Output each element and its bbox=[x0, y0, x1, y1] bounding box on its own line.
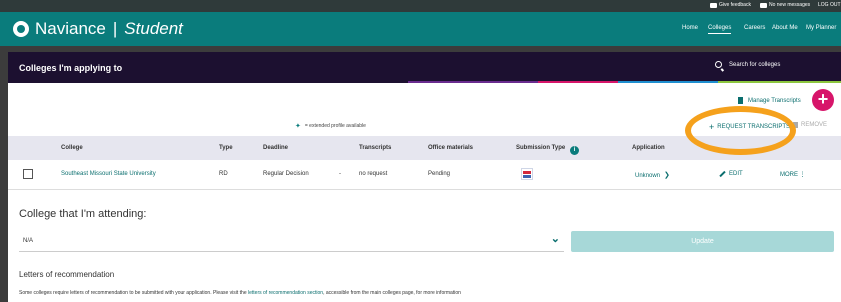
remove-button[interactable]: REMOVE bbox=[793, 122, 827, 128]
search-icon bbox=[715, 61, 722, 68]
nav-home[interactable]: Home bbox=[682, 25, 698, 31]
nav-careers[interactable]: Careers bbox=[744, 25, 765, 31]
col-submission-type[interactable]: Submission Type i bbox=[516, 145, 579, 155]
col-office-materials[interactable]: Office materials bbox=[428, 145, 473, 151]
col-type[interactable]: Type bbox=[219, 145, 233, 151]
highlight-ring-annotation bbox=[685, 106, 796, 155]
chevron-down-icon: ❯ bbox=[664, 172, 670, 179]
search-colleges-label: Search for colleges bbox=[729, 61, 781, 68]
manage-transcripts-label: Manage Transcripts bbox=[748, 97, 801, 104]
brand-product: Student bbox=[124, 19, 183, 38]
letters-title: Letters of recommendation bbox=[19, 270, 115, 279]
document-icon bbox=[738, 97, 743, 104]
col-application[interactable]: Application bbox=[632, 145, 665, 151]
transcripts-status: no request bbox=[359, 171, 388, 177]
app-header: Naviance | Student Home Colleges Careers… bbox=[0, 12, 841, 46]
deadline-dash: - bbox=[339, 171, 341, 177]
common-app-icon bbox=[521, 168, 533, 180]
logout-link[interactable]: LOG OUT bbox=[818, 2, 841, 8]
nav-my-planner[interactable]: My Planner bbox=[806, 25, 836, 31]
nav-colleges[interactable]: Colleges bbox=[708, 25, 732, 34]
more-options-icon: ⋮ bbox=[799, 172, 806, 178]
messages-label: No new messages bbox=[769, 2, 811, 8]
col-college[interactable]: College bbox=[61, 145, 83, 151]
update-button[interactable]: Update bbox=[571, 231, 834, 252]
col-deadline[interactable]: Deadline bbox=[263, 145, 288, 151]
pencil-icon bbox=[719, 170, 726, 178]
row-select-checkbox[interactable] bbox=[23, 169, 33, 179]
letters-text-end: , accessible from the main colleges page… bbox=[323, 290, 461, 296]
remove-label: REMOVE bbox=[801, 122, 828, 128]
col-submission-type-label: Submission Type bbox=[516, 145, 566, 151]
application-status-dropdown[interactable]: Unknown ❯ bbox=[635, 171, 670, 179]
naviance-logo[interactable]: Naviance | Student bbox=[13, 19, 183, 39]
mail-icon bbox=[760, 2, 767, 8]
info-icon[interactable]: i bbox=[569, 146, 579, 155]
attending-college-select[interactable]: N/A ⌄ bbox=[19, 231, 564, 252]
utility-bar: Give feedback No new messages LOG OUT bbox=[0, 0, 841, 12]
college-deadline: Regular Decision bbox=[263, 171, 309, 177]
letters-section-link[interactable]: letters of recommendation section bbox=[248, 290, 323, 296]
give-feedback-link[interactable]: Give feedback bbox=[710, 2, 751, 8]
edit-button[interactable]: EDIT bbox=[719, 170, 743, 178]
more-label: MORE bbox=[780, 172, 798, 178]
extended-profile-icon: ✦ bbox=[295, 123, 301, 130]
college-type: RD bbox=[219, 171, 228, 177]
brand-name: Naviance bbox=[35, 19, 106, 38]
give-feedback-label: Give feedback bbox=[719, 2, 751, 8]
attending-college-value: N/A bbox=[23, 238, 34, 244]
application-status-label: Unknown bbox=[635, 173, 661, 179]
naviance-logo-icon bbox=[13, 21, 29, 37]
nav-about-me[interactable]: About Me bbox=[772, 25, 798, 31]
chat-icon bbox=[710, 2, 717, 8]
panel-header: Colleges I'm applying to Search for coll… bbox=[8, 52, 841, 83]
chevron-down-icon: ⌄ bbox=[550, 233, 560, 245]
add-college-button[interactable]: + bbox=[812, 89, 834, 111]
office-materials-status: Pending bbox=[428, 171, 451, 177]
col-transcripts[interactable]: Transcripts bbox=[359, 145, 391, 151]
panel-title: Colleges I'm applying to bbox=[19, 63, 123, 73]
extended-profile-legend: ✦ = extended profile available bbox=[295, 122, 366, 130]
edit-label: EDIT bbox=[729, 171, 743, 177]
colleges-panel: Colleges I'm applying to Search for coll… bbox=[8, 52, 841, 302]
attending-title: College that I'm attending: bbox=[19, 208, 147, 220]
table-row: Southeast Missouri State University RD R… bbox=[8, 160, 841, 190]
messages-link[interactable]: No new messages bbox=[760, 2, 810, 8]
search-colleges-link[interactable]: Search for colleges bbox=[715, 61, 780, 68]
manage-transcripts-link[interactable]: Manage Transcripts bbox=[738, 97, 801, 104]
brand-separator: | bbox=[112, 19, 118, 38]
letters-text-start: Some colleges require letters of recomme… bbox=[19, 290, 249, 296]
legend-text: = extended profile available bbox=[304, 123, 366, 129]
letters-description: Some colleges require letters of recomme… bbox=[19, 290, 461, 296]
college-name-link[interactable]: Southeast Missouri State University bbox=[61, 171, 156, 177]
more-button[interactable]: MORE ⋮ bbox=[780, 171, 806, 178]
